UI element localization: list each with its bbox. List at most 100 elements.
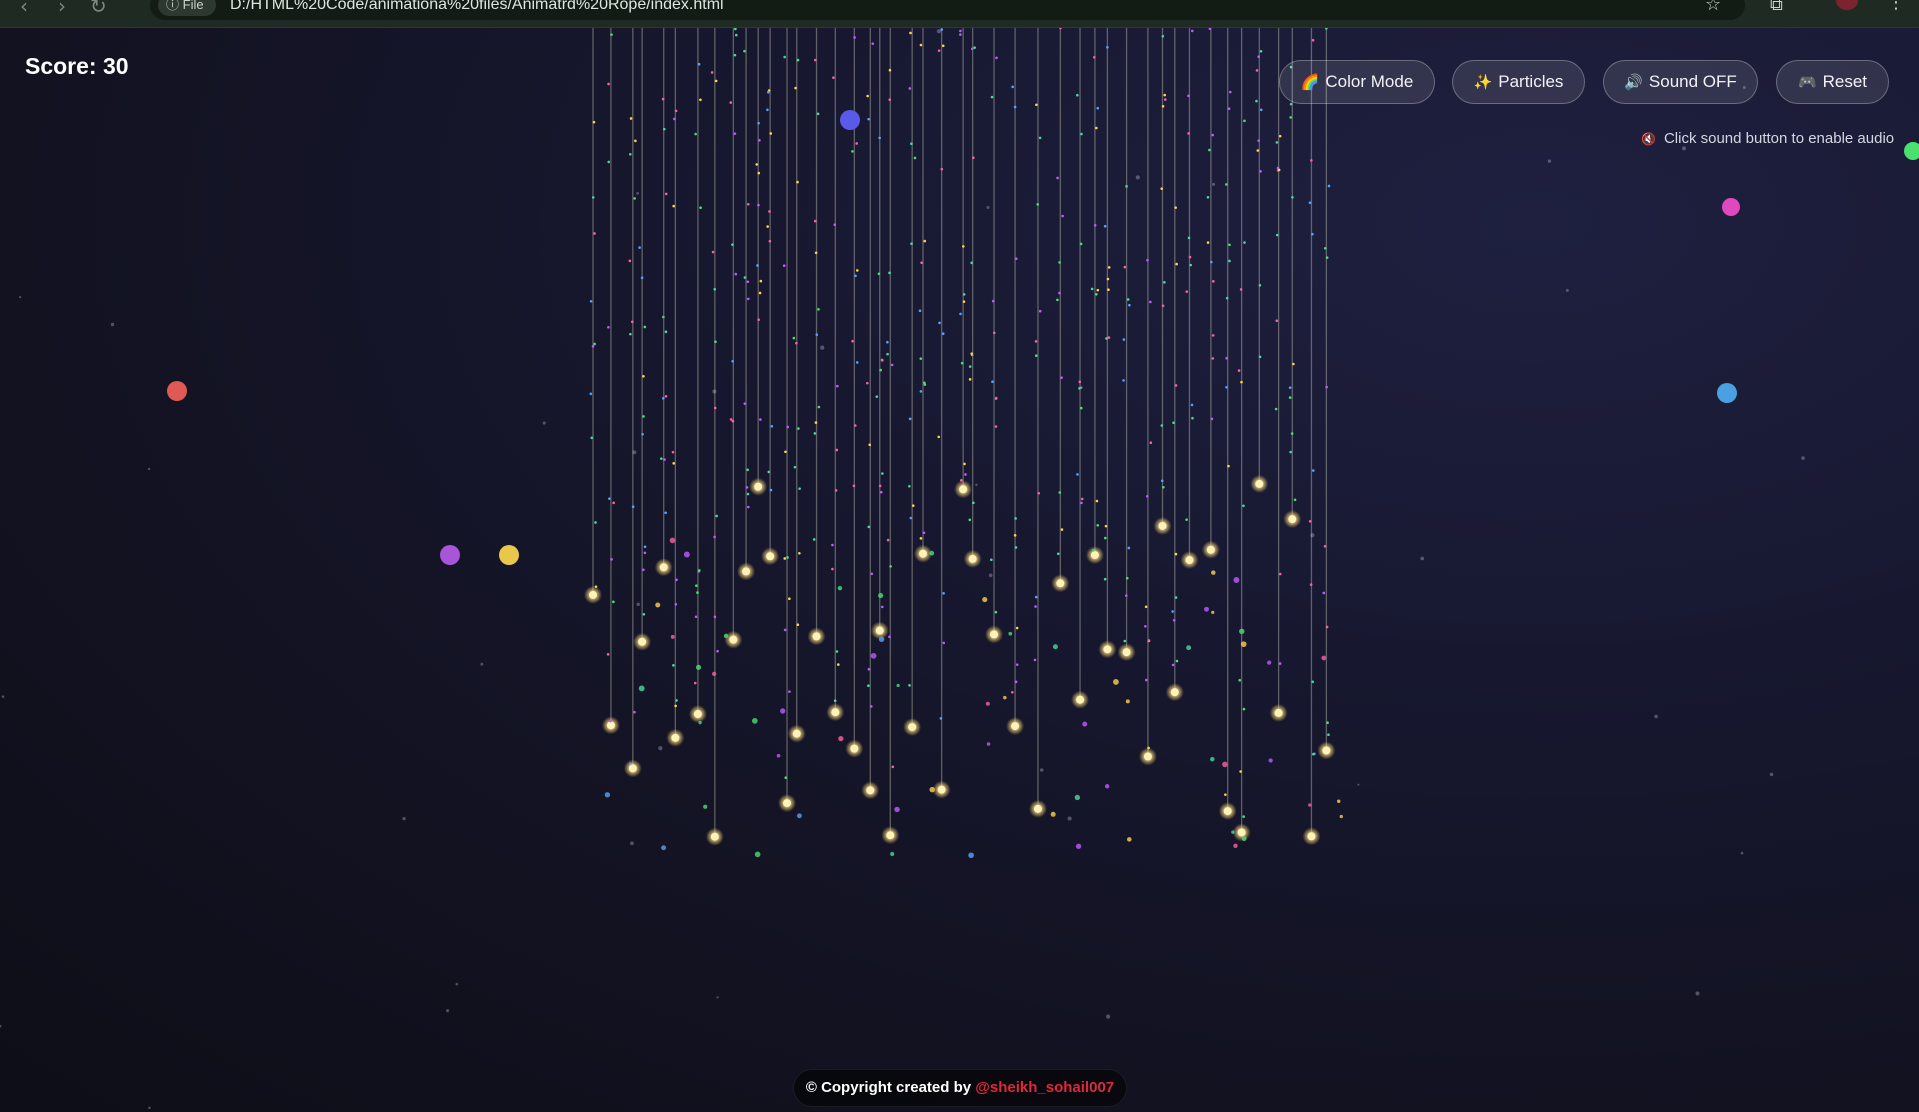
rope-spark — [1291, 196, 1294, 199]
rope-spark — [743, 276, 747, 279]
rope-spark — [1292, 362, 1295, 366]
rope-spark — [713, 406, 717, 410]
sound-toggle-button[interactable]: 🔊 Sound OFF — [1603, 60, 1758, 104]
floating-ball[interactable] — [1722, 198, 1740, 216]
back-arrow-icon[interactable]: ‹ — [20, 0, 28, 18]
rope-bead — [1218, 802, 1237, 821]
color-mode-label: Color Mode — [1325, 72, 1414, 91]
floating-particle — [890, 851, 895, 857]
rope-spark — [794, 86, 797, 90]
floating-particle — [1231, 830, 1235, 834]
rope-spark — [768, 239, 772, 243]
url-text[interactable]: D:/HTML%20Code/animationa%20files/Animat… — [230, 0, 724, 16]
rope-spark — [1163, 281, 1166, 284]
rope-spark — [594, 521, 597, 524]
kebab-menu-icon[interactable]: ⋮ — [1887, 0, 1905, 13]
rope-spark — [715, 514, 718, 518]
floating-particle — [638, 685, 645, 692]
rope-spark — [1172, 618, 1176, 622]
rope-spark — [878, 136, 881, 140]
rope-spark — [662, 397, 665, 400]
rope-spark — [959, 33, 962, 36]
rope-bead — [954, 480, 973, 499]
floating-ball[interactable] — [1904, 142, 1919, 160]
rope-spark — [908, 87, 912, 90]
rope-spark — [664, 192, 668, 196]
bead-core — [959, 485, 968, 494]
rope-spark — [923, 383, 927, 386]
rope-spark — [851, 150, 854, 153]
rope-spark — [962, 300, 966, 303]
rope-spark — [1036, 203, 1040, 206]
floating-balls[interactable] — [167, 110, 1919, 565]
star-dot — [630, 841, 634, 846]
star-icon[interactable]: ☆ — [1705, 0, 1721, 15]
floating-ball[interactable] — [499, 545, 519, 565]
rope-spark — [1122, 379, 1125, 382]
floating-particle — [796, 813, 802, 819]
rope-bead — [1302, 827, 1321, 846]
rope-curtain[interactable] — [584, 28, 1336, 846]
floating-particle — [780, 708, 786, 714]
rope-bead — [807, 627, 826, 646]
rope-spark — [1174, 596, 1178, 599]
rope-spark — [970, 352, 974, 356]
floating-ball[interactable] — [840, 110, 860, 130]
url-scheme-chip[interactable]: ⓘ File — [158, 0, 216, 16]
rope-bead — [1232, 823, 1251, 842]
rope-bead — [1098, 640, 1117, 659]
rope-spark — [867, 117, 870, 121]
star-dot — [1654, 714, 1658, 719]
rope-spark — [1126, 298, 1130, 301]
floating-particle — [1211, 610, 1215, 614]
floating-particle — [683, 551, 690, 558]
game-canvas[interactable] — [0, 28, 1919, 1112]
rope-spark — [1312, 469, 1315, 472]
particle-layer — [589, 28, 1343, 859]
rope-bead — [737, 562, 756, 581]
address-bar[interactable]: ⓘ File D:/HTML%20Code/animationa%20files… — [150, 0, 1745, 20]
profile-avatar-icon[interactable] — [1836, 0, 1858, 10]
rope-spark — [767, 470, 771, 474]
rope-spark — [1056, 298, 1059, 302]
floating-ball[interactable] — [440, 545, 460, 565]
rope-spark — [1107, 288, 1110, 292]
reload-icon[interactable]: ↻ — [90, 0, 107, 18]
rope-spark — [941, 44, 945, 48]
url-scheme-label: File — [182, 0, 204, 12]
rope-spark — [786, 425, 790, 429]
rope-spark — [1056, 552, 1060, 556]
bead-core — [1223, 807, 1232, 816]
rope-spark — [733, 132, 737, 135]
rope-spark — [1174, 552, 1178, 556]
rope-spark — [784, 450, 787, 454]
floating-ball[interactable] — [1717, 383, 1737, 403]
floating-particle — [1125, 699, 1130, 704]
floating-particle — [703, 804, 708, 809]
rope-spark — [1107, 336, 1111, 339]
rope-spark — [888, 98, 892, 102]
rope-spark — [937, 49, 941, 52]
rope-spark — [766, 108, 769, 112]
author-handle-link[interactable]: @sheikh_sohail007 — [975, 1079, 1114, 1096]
rope-spark — [881, 472, 884, 475]
rope-spark — [1325, 385, 1328, 389]
rope-spark — [1255, 99, 1258, 103]
rope-spark — [796, 623, 800, 627]
floating-particle — [1239, 628, 1245, 635]
rope-spark — [960, 361, 964, 365]
floating-ball[interactable] — [167, 381, 187, 401]
rope-spark — [853, 36, 856, 39]
particles-button[interactable]: ✨ Particles — [1452, 60, 1585, 104]
rope-spark — [832, 76, 835, 79]
color-mode-button[interactable]: 🌈 Color Mode — [1279, 60, 1435, 104]
extensions-icon[interactable]: ⧉ — [1770, 0, 1783, 15]
reset-button[interactable]: 🎮 Reset — [1776, 60, 1889, 104]
rope-spark — [607, 160, 611, 164]
rope-spark — [968, 365, 972, 368]
forward-arrow-icon[interactable]: › — [58, 0, 66, 18]
rope-spark — [1106, 277, 1110, 281]
rope-spark — [960, 479, 963, 482]
rope-spark — [834, 489, 838, 492]
floating-particle — [1052, 644, 1058, 650]
